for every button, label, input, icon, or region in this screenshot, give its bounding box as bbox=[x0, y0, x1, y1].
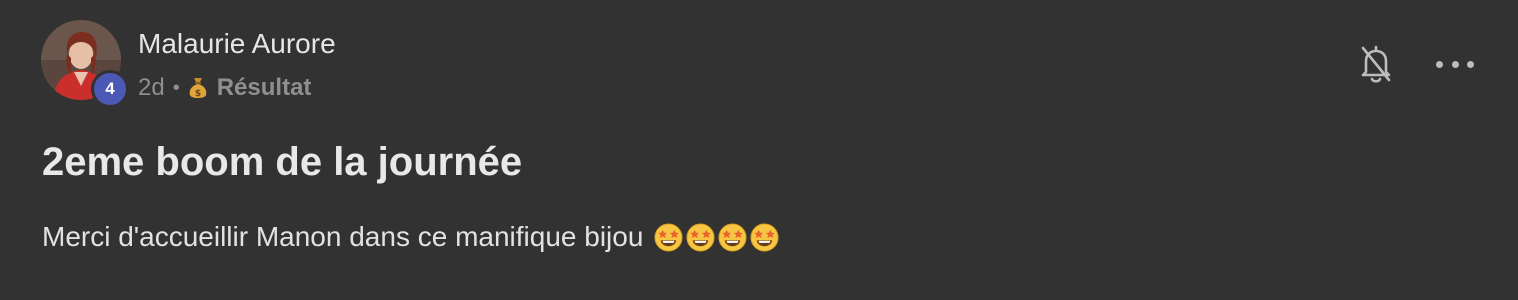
post-title[interactable]: 2eme boom de la journée bbox=[42, 138, 522, 186]
star-struck-emoji-icon bbox=[686, 222, 715, 252]
bell-off-icon[interactable] bbox=[1358, 42, 1394, 86]
post-body-text: Merci d'accueillir Manon dans ce manifiq… bbox=[42, 221, 644, 252]
level-badge: 4 bbox=[91, 70, 129, 108]
star-struck-emoji-icon bbox=[654, 222, 683, 252]
post-meta: 2d • $ Résultat bbox=[138, 72, 311, 104]
star-struck-emoji-icon bbox=[718, 222, 747, 252]
post-category[interactable]: Résultat bbox=[217, 74, 312, 102]
moneybag-icon: $ bbox=[188, 76, 208, 100]
svg-text:$: $ bbox=[195, 89, 201, 99]
more-horizontal-icon-dot bbox=[1467, 60, 1474, 68]
post-time: 2d bbox=[138, 74, 165, 101]
post-card: 4 Malaurie Aurore 2d • $ Résultat 2eme b… bbox=[0, 0, 1518, 300]
author-name[interactable]: Malaurie Aurore bbox=[138, 28, 336, 60]
more-horizontal-icon-dot bbox=[1436, 60, 1443, 68]
author-avatar-container[interactable]: 4 bbox=[41, 20, 129, 108]
post-body: Merci d'accueillir Manon dans ce manifiq… bbox=[42, 218, 780, 256]
meta-separator: • bbox=[172, 76, 180, 99]
star-struck-emoji-icon bbox=[750, 222, 779, 252]
emoji-group bbox=[653, 222, 780, 253]
more-horizontal-icon-dot bbox=[1451, 60, 1459, 68]
more-options-button[interactable] bbox=[1436, 52, 1474, 76]
